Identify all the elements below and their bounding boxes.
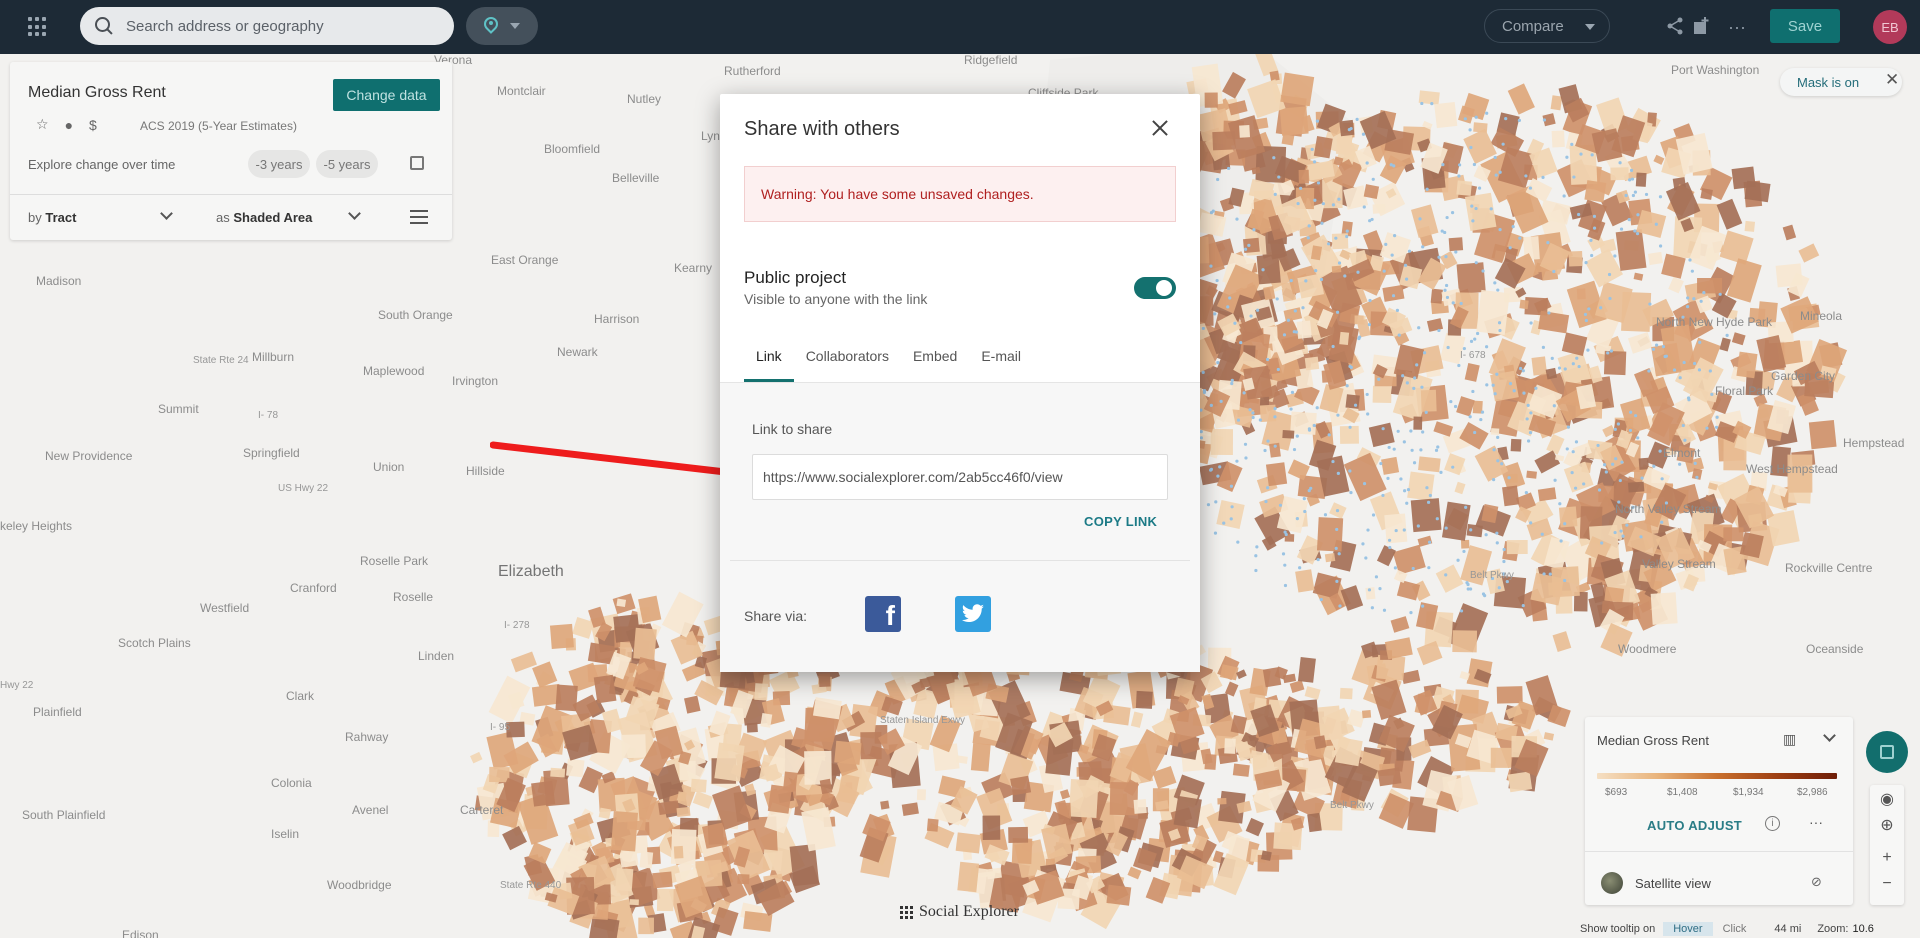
geography-level-select[interactable]: by Tract (28, 210, 76, 225)
calendar-icon[interactable] (410, 156, 424, 170)
legend-panel: Median Gross Rent ▥ $693 $1,408 $1,934 $… (1585, 717, 1853, 905)
location-pin-icon (484, 17, 498, 35)
status-bar: Show tooltip on Hover Click 44 mi Zoom: … (1580, 920, 1920, 938)
compare-dropdown[interactable]: Compare (1484, 9, 1610, 43)
public-project-subtitle: Visible to anyone with the link (744, 291, 928, 307)
search-box[interactable]: Search address or geography (80, 7, 454, 45)
by-prefix: by (28, 210, 42, 225)
explore-change-label: Explore change over time (28, 157, 176, 172)
apps-grid-icon[interactable] (28, 17, 48, 37)
link-to-share-label: Link to share (752, 421, 833, 437)
legend-value: $1,408 (1667, 787, 1698, 798)
top-bar: Search address or geography Compare ··· … (0, 0, 1920, 54)
logo-text: Social Explorer (919, 903, 1019, 920)
chevron-down-icon (510, 23, 520, 29)
social-explorer-logo: Social Explorer (900, 903, 1019, 921)
panel-toggle-button[interactable] (1866, 731, 1908, 773)
twitter-icon[interactable] (955, 596, 991, 632)
info-icon[interactable]: i (1765, 816, 1780, 831)
locate-icon[interactable]: ⊕ (1870, 815, 1904, 835)
compare-label: Compare (1502, 17, 1564, 35)
public-project-toggle[interactable] (1134, 277, 1176, 299)
save-button[interactable]: Save (1770, 9, 1840, 43)
menu-icon[interactable] (410, 210, 428, 224)
unsaved-warning: Warning: You have some unsaved changes. (744, 166, 1176, 222)
chevron-down-icon[interactable] (160, 207, 173, 220)
search-input[interactable]: Search address or geography (126, 18, 324, 35)
more-options-icon[interactable]: ··· (1809, 814, 1823, 830)
zoom-out-icon[interactable]: − (1870, 875, 1904, 893)
dialog-title: Share with others (744, 118, 900, 140)
hover-option[interactable]: Hover (1663, 922, 1713, 936)
eye-off-icon[interactable]: ⊘ (1811, 874, 1822, 890)
location-marker-icon[interactable]: ◉ (1870, 789, 1904, 809)
copy-link-button[interactable]: COPY LINK (1084, 514, 1157, 529)
share-tabs: Link Collaborators Embed E-mail (744, 344, 1033, 382)
star-icon[interactable]: ☆ (36, 116, 49, 133)
collapse-chevron-icon[interactable] (1823, 729, 1836, 742)
tab-embed[interactable]: Embed (901, 344, 969, 382)
facebook-icon[interactable]: f (865, 596, 901, 632)
data-title: Median Gross Rent (28, 84, 166, 101)
search-icon (94, 16, 114, 36)
legend-layout-icon[interactable]: ▥ (1783, 731, 1796, 748)
zoom-in-icon[interactable]: + (1870, 849, 1904, 867)
visualization-type-select[interactable]: as Shaded Area (216, 210, 312, 225)
click-option[interactable]: Click (1713, 922, 1757, 936)
tab-link[interactable]: Link (744, 344, 794, 382)
tooltip-label: Show tooltip on (1580, 923, 1656, 935)
divider (1585, 851, 1853, 852)
tab-email[interactable]: E-mail (969, 344, 1033, 382)
share-via-label: Share via: (744, 608, 808, 624)
public-project-title: Public project (744, 268, 847, 287)
satellite-thumbnail (1601, 872, 1623, 894)
divider (730, 560, 1190, 561)
close-icon[interactable] (1148, 116, 1172, 140)
minus-3-years-button[interactable]: -3 years (248, 150, 310, 178)
legend-value: $693 (1605, 787, 1628, 798)
add-image-icon[interactable] (1678, 16, 1709, 38)
color-ramp (1597, 773, 1837, 779)
chevron-down-icon (1585, 24, 1595, 30)
legend-title: Median Gross Rent (1597, 733, 1709, 748)
zoom-value: 10.6 (1852, 923, 1874, 935)
share-link-input[interactable] (752, 454, 1168, 500)
share-dialog: Share with others Warning: You have some… (720, 94, 1200, 672)
map-tools: ◉ ⊕ + − (1870, 785, 1904, 905)
info-icon[interactable]: ● (65, 117, 73, 133)
zoom-label: Zoom: (1817, 923, 1849, 935)
divider (10, 194, 452, 195)
link-share-panel: Link to share COPY LINK Share via: f (720, 383, 1200, 672)
geography-level-value: Tract (45, 210, 77, 225)
tab-collaborators[interactable]: Collaborators (794, 344, 901, 382)
data-panel: Median Gross Rent Change data ☆ ● $ ACS … (10, 62, 452, 240)
satellite-view-label: Satellite view (1635, 876, 1711, 891)
location-dropdown[interactable] (466, 7, 538, 45)
as-prefix: as (216, 210, 230, 225)
dollar-icon[interactable]: $ (89, 117, 97, 133)
legend-value: $2,986 (1797, 787, 1828, 798)
auto-adjust-button[interactable]: AUTO ADJUST (1647, 818, 1742, 833)
visualization-type-value: Shaded Area (233, 210, 313, 225)
survey-label: ACS 2019 (5-Year Estimates) (140, 119, 297, 133)
minus-5-years-button[interactable]: -5 years (316, 150, 378, 178)
panel-icon (1880, 745, 1894, 759)
legend-value: $1,934 (1733, 787, 1764, 798)
mask-toggle[interactable]: Mask is on (1780, 68, 1902, 96)
mask-label: Mask is on (1797, 74, 1860, 90)
chevron-down-icon[interactable] (348, 207, 361, 220)
change-data-button[interactable]: Change data (333, 79, 440, 111)
close-icon[interactable]: ✕ (1885, 70, 1899, 90)
logo-mark-icon (900, 905, 913, 919)
scale-readout: 44 mi (1774, 923, 1802, 935)
user-avatar[interactable]: EB (1873, 10, 1907, 44)
more-options-icon[interactable]: ··· (1726, 16, 1748, 38)
